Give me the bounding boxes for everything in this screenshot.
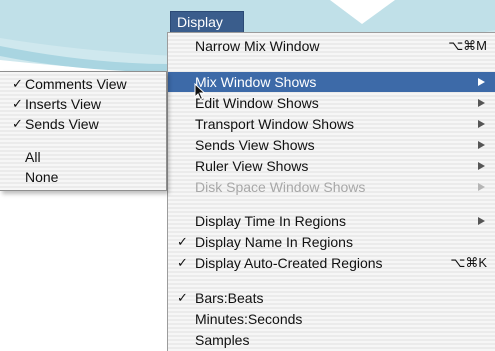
menu-item-label: Sends View Shows (195, 137, 315, 153)
menu-item-label: Disk Space Window Shows (195, 179, 366, 195)
menu-item-mix-window-shows[interactable]: Mix Window Shows (168, 72, 495, 92)
submenu-item-none[interactable]: None (0, 167, 166, 187)
menu-item-label: Display Name In Regions (195, 234, 353, 250)
arrow-cursor-icon (194, 83, 206, 101)
triangle-right-icon (478, 217, 485, 225)
submenu-item-inserts-view[interactable]: ✓ Inserts View (0, 94, 166, 114)
menu-item-label: Narrow Mix Window (195, 38, 320, 54)
menu-bar: Display (167, 8, 495, 32)
checkmark-icon: ✓ (12, 96, 23, 111)
menu-item-label: Display Time In Regions (195, 213, 346, 229)
menu-separator (168, 63, 495, 64)
menu-item-transport-window-shows[interactable]: Transport Window Shows (168, 114, 495, 134)
display-menu: Narrow Mix Window ⌥⌘M Mix Window Shows E… (167, 32, 495, 351)
menu-item-label: Samples (195, 332, 250, 348)
submenu-item-sends-view[interactable]: ✓ Sends View (0, 114, 166, 134)
menu-item-display-time-in-regions[interactable]: Display Time In Regions (168, 211, 495, 231)
submenu-item-label: Comments View (25, 76, 127, 92)
menu-item-samples[interactable]: Samples (168, 330, 495, 350)
menu-item-display-name-in-regions[interactable]: ✓ Display Name In Regions (168, 232, 495, 252)
submenu-item-comments-view[interactable]: ✓ Comments View (0, 74, 166, 94)
checkmark-icon: ✓ (177, 234, 188, 249)
checkmark-icon: ✓ (177, 290, 188, 305)
menu-item-label: Edit Window Shows (195, 95, 319, 111)
menu-item-label: Minutes:Seconds (195, 311, 303, 327)
checkmark-icon: ✓ (12, 116, 23, 131)
menu-item-minutes-seconds[interactable]: Minutes:Seconds (168, 309, 495, 329)
menu-item-display-auto-created-regions[interactable]: ✓ Display Auto-Created Regions ⌥⌘K (168, 253, 495, 273)
menu-item-edit-window-shows[interactable]: Edit Window Shows (168, 93, 495, 113)
menu-item-label: Bars:Beats (195, 290, 264, 306)
submenu-item-all[interactable]: All (0, 147, 166, 167)
keyboard-shortcut: ⌥⌘K (450, 255, 487, 270)
menu-item-label: Transport Window Shows (195, 116, 354, 132)
mix-window-shows-submenu: ✓ Comments View ✓ Inserts View ✓ Sends V… (0, 71, 167, 191)
menu-item-disk-space-window-shows: Disk Space Window Shows (168, 177, 495, 197)
submenu-item-label: Sends View (25, 116, 99, 132)
triangle-right-icon (478, 120, 485, 128)
menu-item-label: Display Auto-Created Regions (195, 255, 383, 271)
display-menu-title[interactable]: Display (170, 11, 244, 32)
menu-item-label: Mix Window Shows (195, 74, 317, 90)
triangle-right-icon (478, 141, 485, 149)
triangle-right-icon (478, 78, 485, 86)
menu-item-ruler-view-shows[interactable]: Ruler View Shows (168, 156, 495, 176)
submenu-item-label: Inserts View (25, 96, 101, 112)
submenu-item-label: None (25, 169, 59, 185)
keyboard-shortcut: ⌥⌘M (448, 38, 487, 53)
triangle-right-icon (478, 183, 485, 191)
menu-item-sends-view-shows[interactable]: Sends View Shows (168, 135, 495, 155)
triangle-right-icon (478, 162, 485, 170)
checkmark-icon: ✓ (12, 76, 23, 91)
checkmark-icon: ✓ (177, 255, 188, 270)
triangle-right-icon (478, 99, 485, 107)
menu-item-narrow-mix-window[interactable]: Narrow Mix Window ⌥⌘M (168, 36, 495, 56)
submenu-item-label: All (25, 149, 41, 165)
menu-item-label: Ruler View Shows (195, 158, 309, 174)
menu-item-bars-beats[interactable]: ✓ Bars:Beats (168, 288, 495, 308)
